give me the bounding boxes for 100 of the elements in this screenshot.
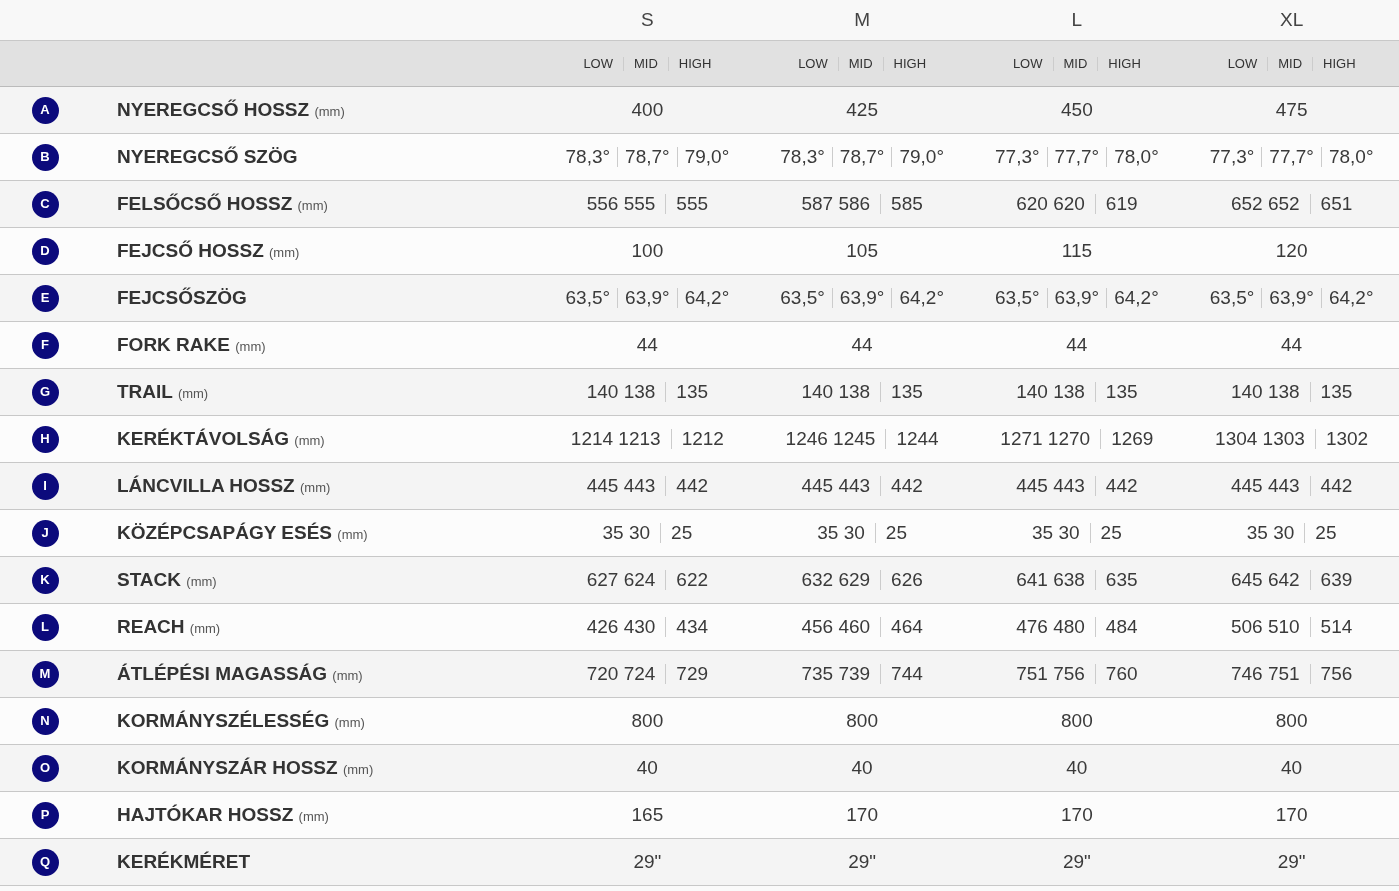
letter-marker: Q: [31, 848, 59, 876]
value-text: 729: [665, 664, 719, 684]
value-text: 635: [1094, 570, 1148, 590]
value-text: 426 430: [585, 617, 657, 637]
measurement-name: NYEREGCSŐ SZÖG: [117, 144, 298, 169]
value-text: 170: [1274, 805, 1309, 825]
value-text: 720 724: [585, 664, 657, 684]
value-text: 800: [1274, 711, 1309, 731]
letter-marker: A: [31, 96, 59, 124]
measurement-name: KERÉKMÉRET: [117, 849, 250, 874]
value-text: 514: [1309, 617, 1363, 637]
value-text: 25: [1089, 523, 1132, 543]
value-text: 445 443: [1229, 476, 1301, 496]
value-text: 78,3°: [564, 147, 612, 167]
value-text: 135: [880, 382, 933, 402]
value-text: 35 30: [1245, 523, 1296, 543]
value-text: 425: [845, 100, 879, 120]
measurement-name: KORMÁNYSZÉLESSÉG (mm): [117, 708, 365, 733]
value-text: 135: [1094, 382, 1148, 402]
value-text: 40: [635, 758, 659, 778]
value-text: 627 624: [585, 570, 657, 590]
position-label: HIGH: [1097, 56, 1151, 71]
value-text: 64,2°: [1106, 288, 1166, 308]
value-text: 77,7°: [1046, 147, 1107, 167]
measurement-name: FORK RAKE (mm): [117, 332, 266, 357]
value-text: 475: [1274, 100, 1309, 120]
value-text: 619: [1094, 194, 1148, 214]
value-text: 746 751: [1229, 664, 1301, 684]
value-text: 450: [1060, 100, 1094, 120]
value-text: 64,2°: [676, 288, 737, 308]
value-text: 77,3°: [1208, 147, 1256, 167]
letter-marker: G: [31, 378, 59, 406]
position-label: MID: [1052, 56, 1098, 71]
position-label: HIGH: [882, 56, 937, 71]
position-label: LOW: [797, 56, 829, 71]
value-text: 445 443: [1015, 476, 1086, 496]
value-text: 40: [850, 758, 874, 778]
value-text: 78,7°: [617, 147, 677, 167]
letter-marker: L: [31, 613, 59, 641]
value-text: 35 30: [601, 523, 652, 543]
value-text: 170: [1060, 805, 1094, 825]
position-label: LOW: [1011, 56, 1044, 71]
measurement-name: STACK (mm): [117, 567, 217, 592]
value-text: 434: [665, 617, 719, 637]
value-text: 78,0°: [1106, 147, 1166, 167]
measurement-name: KORMÁNYSZÁR HOSSZ (mm): [117, 755, 374, 780]
value-text: 165: [630, 805, 665, 825]
value-text: 79,0°: [891, 147, 951, 167]
letter-marker: M: [31, 660, 59, 688]
position-label: HIGH: [667, 56, 722, 71]
value-text: 484: [1094, 617, 1148, 637]
value-text: 442: [665, 476, 719, 496]
value-text: 751 756: [1015, 664, 1086, 684]
letter-marker: E: [31, 284, 59, 312]
value-text: 35 30: [816, 523, 866, 543]
value-text: 400: [630, 100, 665, 120]
value-text: 77,3°: [994, 147, 1041, 167]
value-text: 760: [1094, 664, 1148, 684]
value-text: 744: [880, 664, 933, 684]
value-text: 79,0°: [676, 147, 737, 167]
value-text: 456 460: [800, 617, 872, 637]
letter-marker: J: [31, 519, 59, 547]
value-text: 44: [1065, 335, 1089, 355]
letter-marker: N: [31, 707, 59, 735]
value-text: 445 443: [800, 476, 872, 496]
value-text: 626: [880, 570, 933, 590]
size-heading: L: [1071, 7, 1083, 32]
value-text: 63,9°: [1261, 288, 1321, 308]
value-text: 735 739: [800, 664, 872, 684]
value-text: 140 138: [585, 382, 657, 402]
value-text: 1304 1303: [1214, 429, 1306, 449]
measurement-name: FELSŐCSŐ HOSSZ (mm): [117, 191, 328, 216]
value-text: 44: [850, 335, 874, 355]
value-text: 100: [630, 241, 665, 261]
value-text: 587 586: [800, 194, 872, 214]
value-text: 29": [1276, 852, 1307, 872]
value-text: 63,9°: [831, 288, 892, 308]
value-text: 25: [660, 523, 703, 543]
value-text: 645 642: [1229, 570, 1301, 590]
value-text: 1302: [1314, 429, 1379, 449]
value-text: 120: [1274, 241, 1309, 261]
value-text: 63,9°: [1046, 288, 1107, 308]
value-text: 445 443: [585, 476, 657, 496]
position-label: MID: [1267, 56, 1313, 71]
value-text: 506 510: [1229, 617, 1301, 637]
position-label: HIGH: [1312, 56, 1366, 71]
value-text: 115: [1060, 241, 1093, 261]
value-text: 140 138: [1015, 382, 1086, 402]
size-heading: S: [641, 7, 654, 32]
value-text: 476 480: [1015, 617, 1086, 637]
value-text: 641 638: [1015, 570, 1086, 590]
value-text: 555: [665, 194, 719, 214]
value-text: 622: [665, 570, 719, 590]
measurement-name: FEJCSŐSZÖG: [117, 285, 247, 310]
value-text: 651: [1309, 194, 1363, 214]
size-heading: M: [854, 7, 871, 32]
measurement-name: HAJTÓKAR HOSSZ (mm): [117, 802, 329, 827]
letter-marker: H: [31, 425, 59, 453]
value-text: 442: [1309, 476, 1363, 496]
value-text: 78,0°: [1320, 147, 1381, 167]
